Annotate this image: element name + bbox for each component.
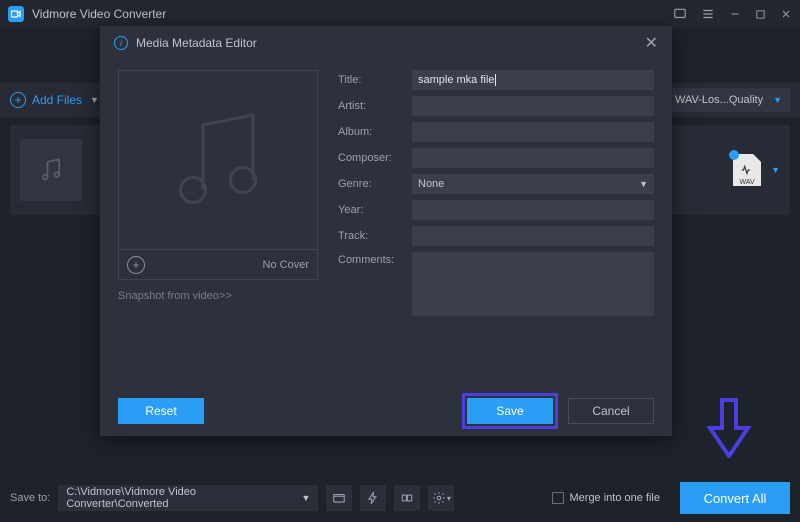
merge-label: Merge into one file	[570, 492, 661, 504]
chevron-down-icon[interactable]: ▼	[771, 165, 780, 175]
track-input[interactable]	[412, 226, 654, 246]
menu-icon[interactable]	[701, 7, 715, 21]
snapshot-link[interactable]: Snapshot from video>>	[118, 290, 318, 302]
high-speed-button[interactable]	[394, 485, 420, 511]
composer-input[interactable]	[412, 148, 654, 168]
add-cover-button[interactable]: +	[127, 256, 145, 274]
comments-label: Comments:	[338, 252, 402, 266]
metadata-editor-modal: i Media Metadata Editor ✕ + No Cover Sna…	[100, 26, 672, 436]
track-label: Track:	[338, 230, 402, 242]
chevron-down-icon: ▼	[773, 95, 782, 105]
title-label: Title:	[338, 74, 402, 86]
title-input[interactable]: sample mka file	[412, 70, 654, 90]
no-cover-label: No Cover	[263, 259, 309, 271]
plus-icon: +	[10, 92, 26, 108]
composer-label: Composer:	[338, 152, 402, 164]
save-path-select[interactable]: C:\Vidmore\Vidmore Video Converter\Conve…	[58, 485, 318, 511]
metadata-form: Title: sample mka file Artist: Album: Co…	[338, 70, 654, 386]
save-button[interactable]: Save	[467, 398, 553, 424]
year-label: Year:	[338, 204, 402, 216]
artist-input[interactable]	[412, 96, 654, 116]
save-to-label: Save to:	[10, 492, 50, 504]
year-input[interactable]	[412, 200, 654, 220]
file-thumbnail	[20, 139, 82, 201]
chevron-down-icon: ▼	[90, 95, 99, 105]
merge-checkbox[interactable]: Merge into one file	[552, 492, 661, 504]
settings-button[interactable]: ▾	[428, 485, 454, 511]
maximize-icon[interactable]	[755, 9, 766, 20]
app-logo	[8, 6, 24, 22]
format-label: WAV-Los...Quality	[675, 94, 763, 106]
output-format-select[interactable]: WAV-Los...Quality ▼	[667, 88, 790, 112]
genre-select[interactable]: None ▼	[412, 174, 654, 194]
reset-button[interactable]: Reset	[118, 398, 204, 424]
modal-header: i Media Metadata Editor ✕	[100, 26, 672, 60]
chevron-down-icon: ▼	[301, 493, 310, 503]
add-files-label: Add Files	[32, 93, 82, 107]
save-path-text: C:\Vidmore\Vidmore Video Converter\Conve…	[66, 486, 291, 510]
album-input[interactable]	[412, 122, 654, 142]
save-highlight: Save	[462, 393, 558, 429]
chevron-down-icon: ▼	[639, 179, 648, 189]
cancel-button[interactable]: Cancel	[568, 398, 654, 424]
close-icon[interactable]	[780, 8, 792, 20]
info-icon: i	[114, 36, 128, 50]
open-folder-button[interactable]	[326, 485, 352, 511]
album-label: Album:	[338, 126, 402, 138]
app-title: Vidmore Video Converter	[32, 7, 665, 21]
wav-label: WAV	[739, 179, 754, 186]
bottombar: Save to: C:\Vidmore\Vidmore Video Conver…	[0, 474, 800, 522]
hardware-accel-button[interactable]	[360, 485, 386, 511]
modal-close-button[interactable]: ✕	[645, 33, 658, 53]
genre-label: Genre:	[338, 178, 402, 190]
arrow-annotation	[706, 398, 752, 458]
settings-dot-icon	[729, 150, 739, 160]
cover-preview	[118, 70, 318, 250]
convert-all-button[interactable]: Convert All	[680, 482, 790, 514]
titlebar: Vidmore Video Converter	[0, 0, 800, 28]
minimize-icon[interactable]	[729, 8, 741, 20]
convert-all-label: Convert All	[704, 491, 767, 506]
checkbox-icon	[552, 492, 564, 504]
genre-value: None	[418, 178, 444, 190]
comments-input[interactable]	[412, 252, 654, 316]
add-files-button[interactable]: + Add Files ▼	[10, 92, 99, 108]
wav-format-icon[interactable]: WAV	[733, 154, 761, 186]
modal-title: Media Metadata Editor	[136, 36, 257, 50]
artist-label: Artist:	[338, 100, 402, 112]
feedback-icon[interactable]	[673, 7, 687, 21]
